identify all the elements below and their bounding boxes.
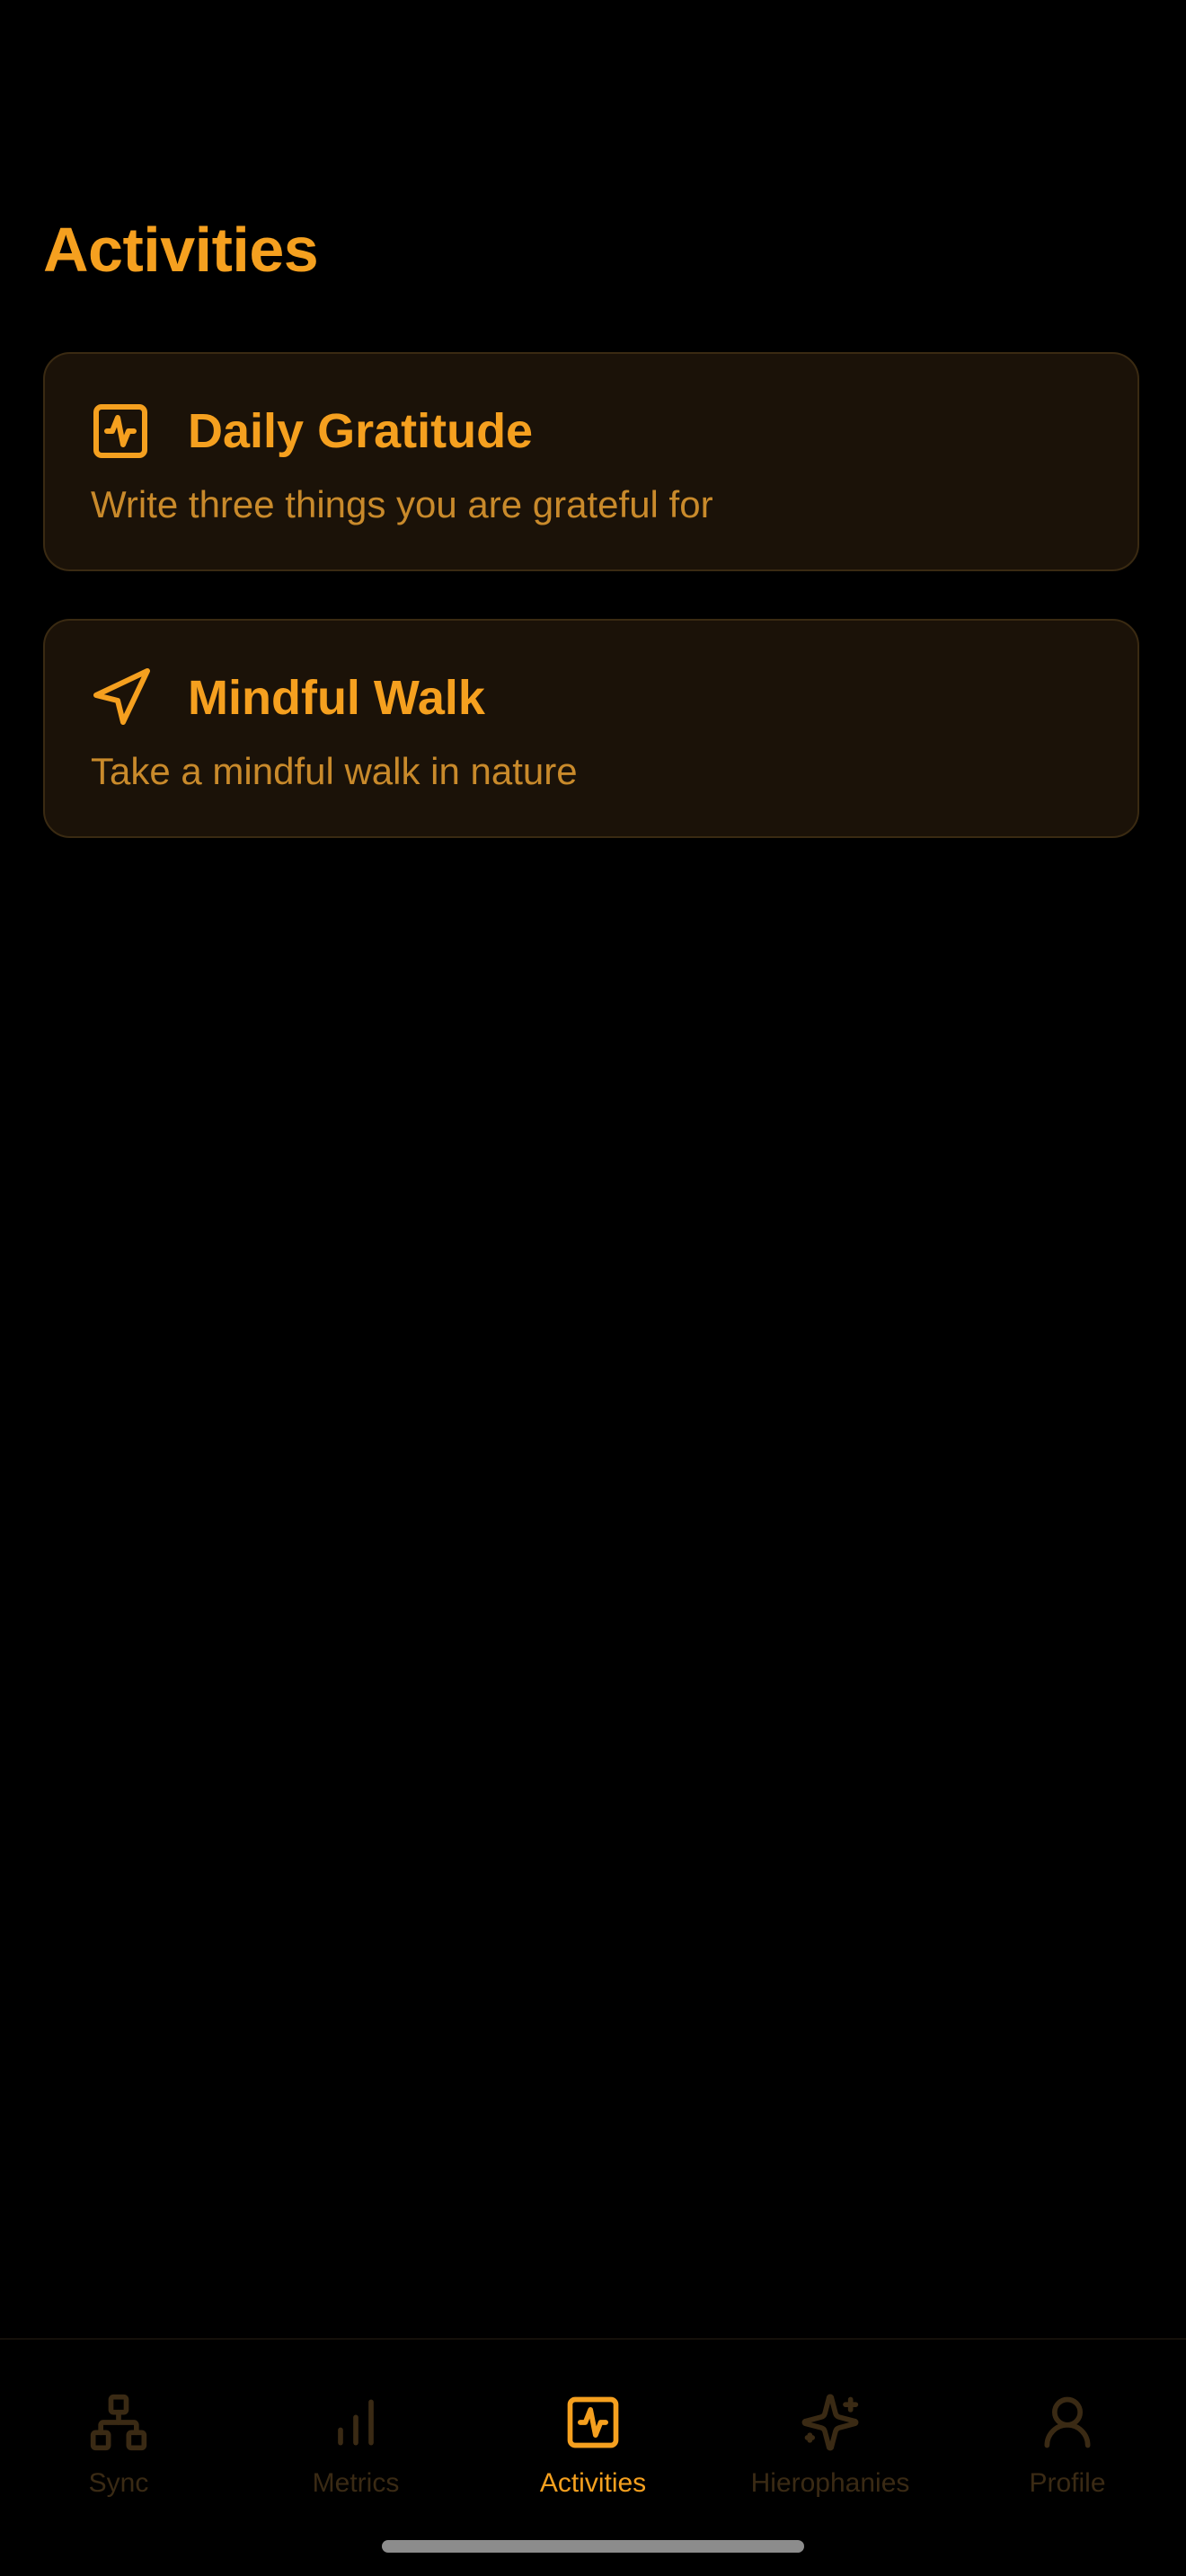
activity-description: Write three things you are grateful for [91,483,713,525]
activity-card-mindful-walk[interactable]: Mindful Walk Take a mindful walk in natu… [43,619,1139,838]
tab-label: Metrics [312,2468,400,2498]
tab-label: Hierophanies [750,2468,910,2498]
tab-sync[interactable]: Sync [0,2340,237,2510]
activity-square-icon [93,404,147,458]
sparkles-icon [801,2394,859,2451]
bar-chart-icon [338,2399,374,2446]
tab-label: Activities [539,2468,647,2498]
tab-label: Sync [88,2468,149,2498]
person-icon [1044,2396,1091,2448]
tab-profile[interactable]: Profile [949,2340,1186,2510]
tab-label: Profile [1029,2468,1106,2498]
page-title: Activities [43,215,319,285]
activity-description: Take a mindful walk in nature [91,750,578,792]
navigation-arrow-icon [93,668,150,725]
activity-title: Daily Gratitude [188,404,534,458]
network-sync-icon [90,2394,147,2451]
tab-activities[interactable]: Activities [474,2340,712,2510]
home-indicator[interactable] [382,2540,804,2553]
activity-card-daily-gratitude[interactable]: Daily Gratitude Write three things you a… [43,352,1139,571]
activity-square-icon [567,2396,619,2448]
activity-title: Mindful Walk [188,671,485,725]
tab-metrics[interactable]: Metrics [237,2340,474,2510]
tab-hierophanies[interactable]: Hierophanies [712,2340,949,2510]
